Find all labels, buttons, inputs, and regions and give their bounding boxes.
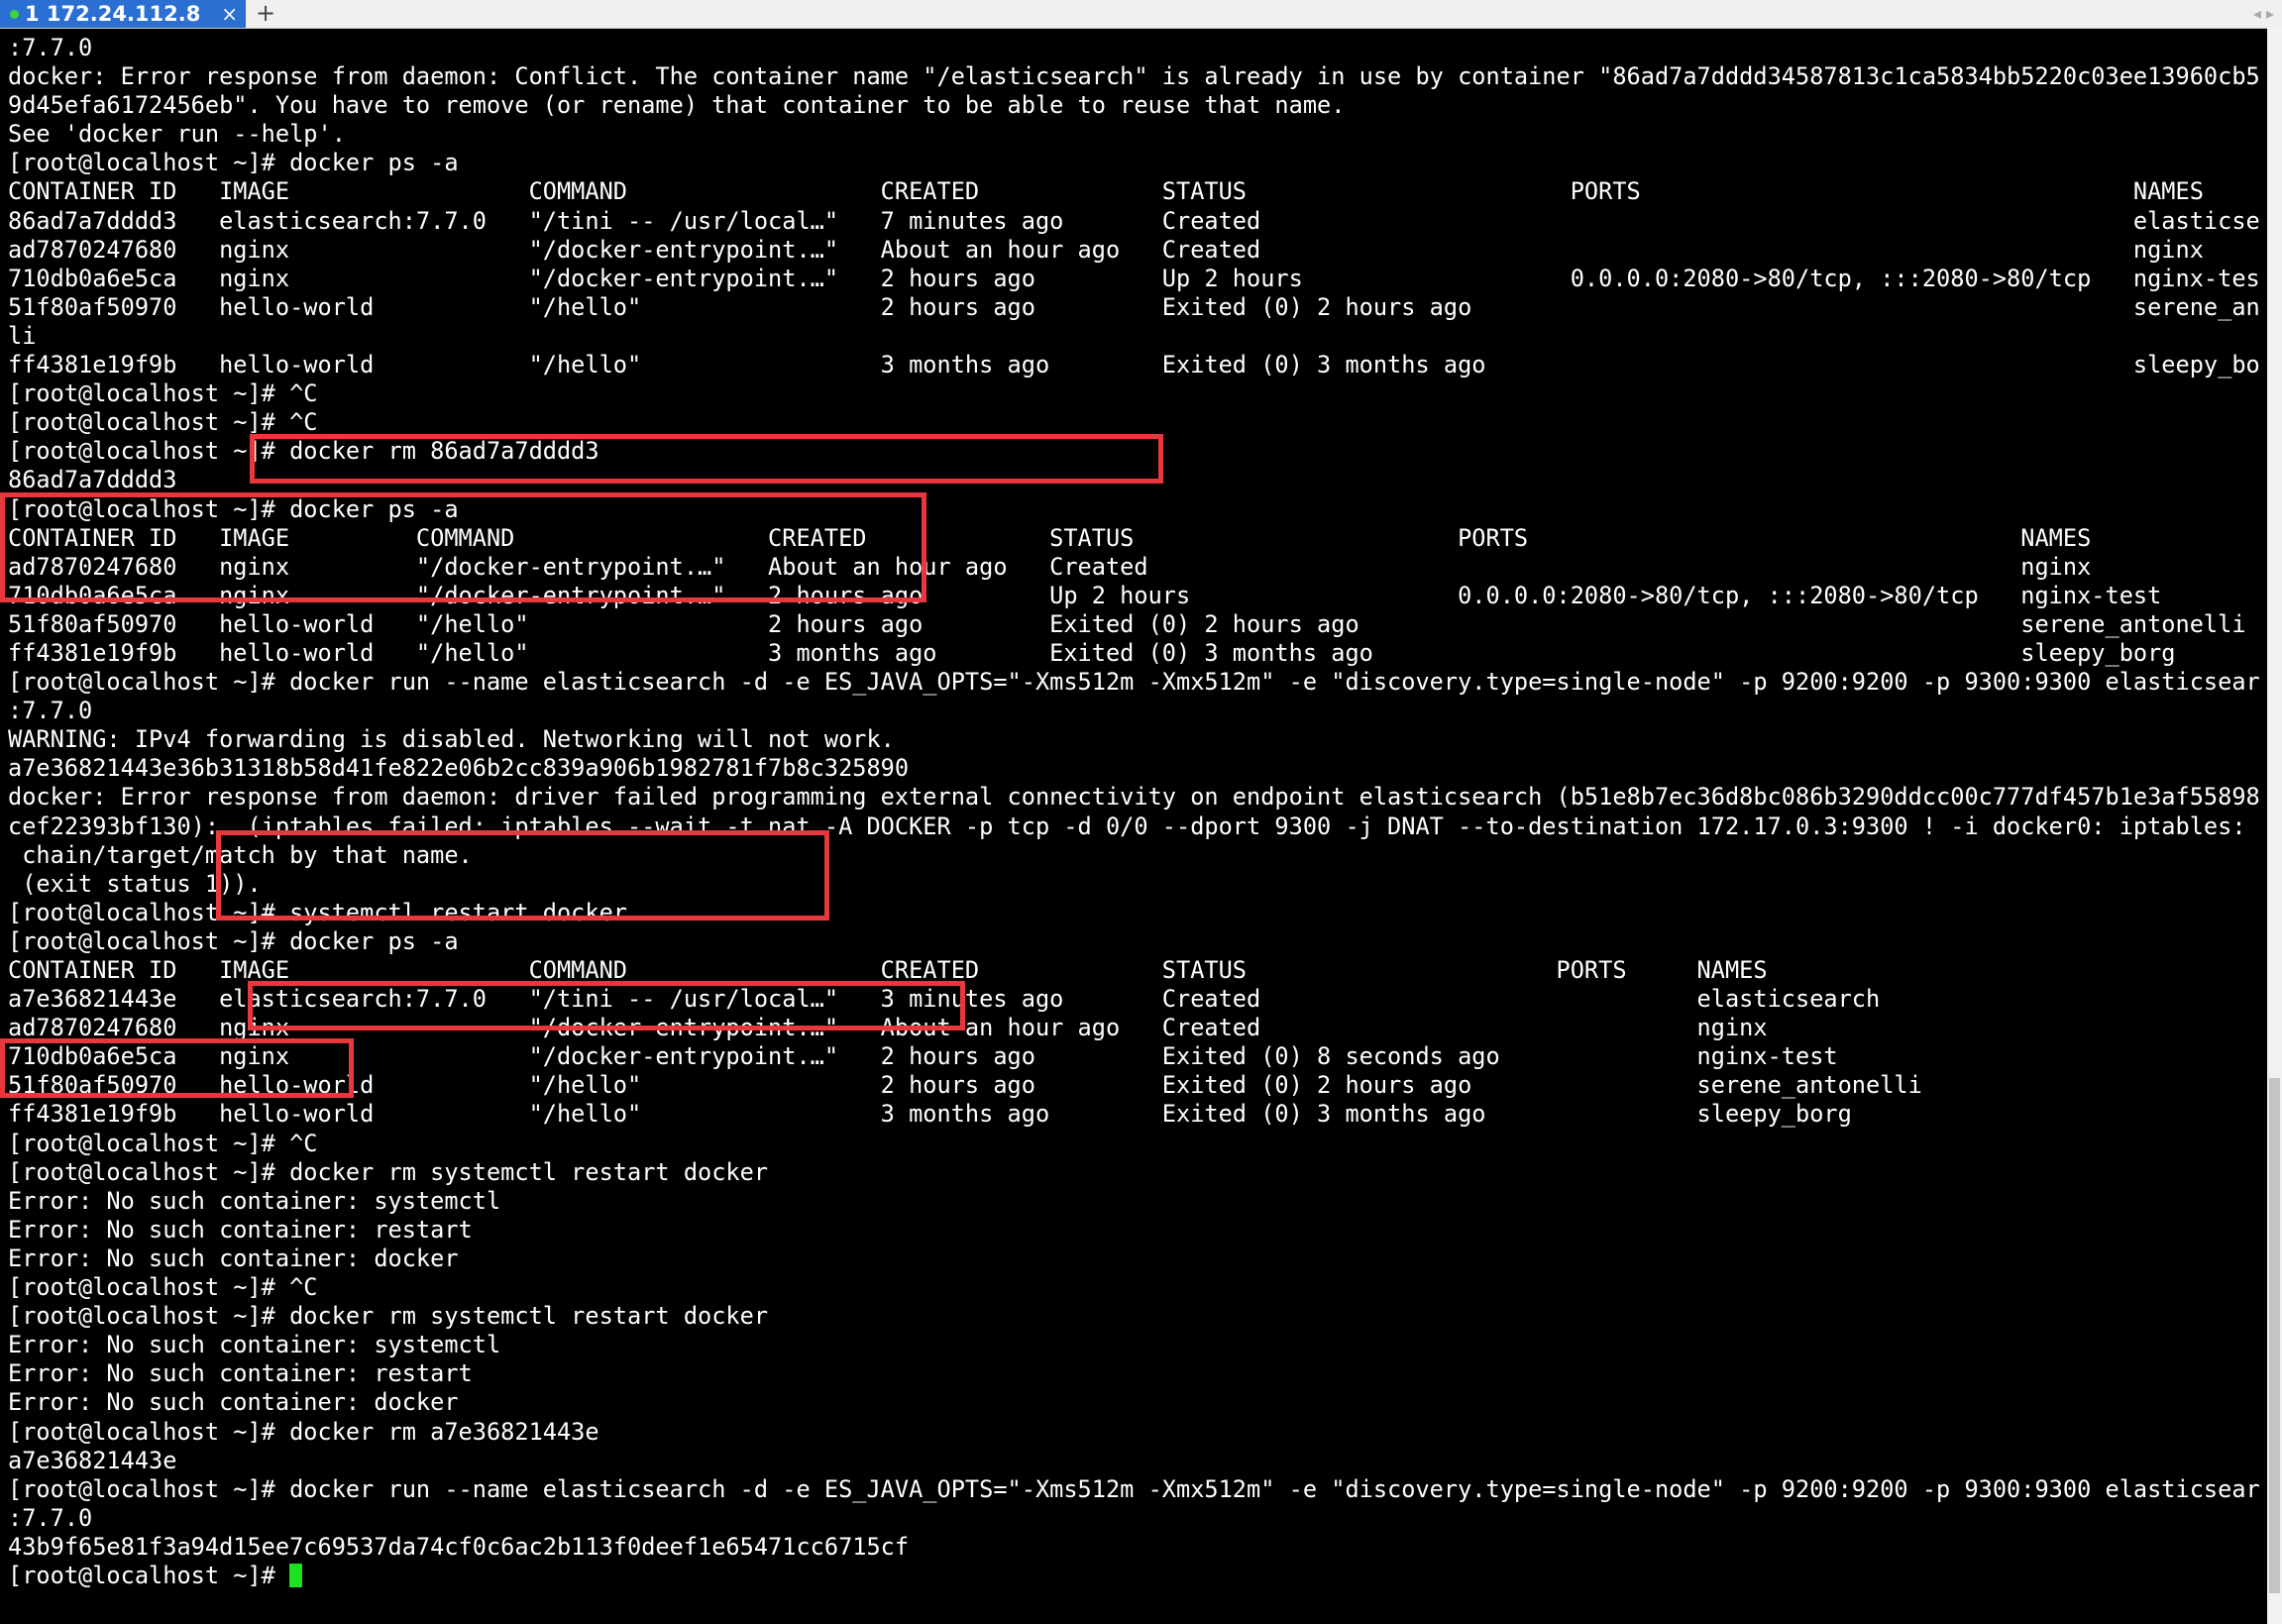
terminal-line: [root@localhost ~]# docker run --name el… <box>8 1474 2259 1503</box>
terminal-line: [root@localhost ~]# docker rm systemctl … <box>8 1157 769 1186</box>
terminal-line: :7.7.0 <box>8 697 93 725</box>
terminal-line: Error: No such container: restart <box>8 1215 473 1244</box>
terminal-line: cef22393bf130): (iptables failed: iptabl… <box>8 812 2259 840</box>
terminal-line: [root@localhost ~]# ^C <box>8 1129 318 1157</box>
terminal-line: [root@localhost ~]# docker rm a7e3682144… <box>8 1417 599 1446</box>
terminal-line: 710db0a6e5ca nginx "/docker-entrypoint.…… <box>8 581 2162 609</box>
new-tab-button[interactable]: + <box>252 0 279 28</box>
terminal-line: 86ad7a7dddd3 elasticsearch:7.7.0 "/tini … <box>8 206 2259 235</box>
terminal-line: [root@localhost ~]# ^C <box>8 379 318 408</box>
terminal-line: 710db0a6e5ca nginx "/docker-entrypoint.…… <box>8 264 2259 292</box>
terminal-line: (exit status 1)). <box>8 869 262 898</box>
terminal-line: ff4381e19f9b hello-world "/hello" 3 mont… <box>8 351 2259 379</box>
connected-status-icon <box>10 10 19 19</box>
terminal-output[interactable]: :7.7.0 docker: Error response from daemon… <box>8 34 2259 1609</box>
terminal-line: chain/target/match by that name. <box>8 840 473 869</box>
terminal-line: WARNING: IPv4 forwarding is disabled. Ne… <box>8 725 895 754</box>
terminal-line: 9d45efa6172456eb". You have to remove (o… <box>8 91 1346 120</box>
terminal-line: [root@localhost ~]# systemctl restart do… <box>8 898 628 926</box>
terminal-line: [root@localhost ~]# docker rm systemctl … <box>8 1302 769 1331</box>
terminal-line: [root@localhost ~]# docker ps -a <box>8 149 459 177</box>
terminal-line: [root@localhost ~]# docker ps -a <box>8 926 459 955</box>
terminal-line: Error: No such container: restart <box>8 1359 473 1388</box>
terminal-line: [root@localhost ~]# ^C <box>8 1273 318 1302</box>
terminal-line: Error: No such container: systemctl <box>8 1331 501 1359</box>
terminal-line: ff4381e19f9b hello-world "/hello" 3 mont… <box>8 1100 1852 1129</box>
scrollbar-thumb[interactable] <box>2269 1078 2280 1593</box>
session-tab-label: 1 172.24.112.8 <box>25 2 201 26</box>
terminal-line: See 'docker run --help'. <box>8 120 346 149</box>
terminal-line: CONTAINER ID IMAGE COMMAND CREATED STATU… <box>8 523 2092 552</box>
terminal-line: ad7870247680 nginx "/docker-entrypoint.…… <box>8 552 2092 581</box>
terminal-line: ff4381e19f9b hello-world "/hello" 3 mont… <box>8 638 2176 667</box>
terminal-line: Error: No such container: docker <box>8 1244 459 1272</box>
terminal-line: ad7870247680 nginx "/docker-entrypoint.…… <box>8 1014 1768 1042</box>
tab-bar: 1 172.24.112.8 × + ◂ ▸ <box>0 0 2282 29</box>
terminal-line: Error: No such container: docker <box>8 1388 459 1417</box>
terminal-line: 43b9f65e81f3a94d15ee7c69537da74cf0c6ac2b… <box>8 1532 910 1561</box>
terminal-line: a7e36821443e36b31318b58d41fe822e06b2cc83… <box>8 754 910 783</box>
text-cursor <box>289 1563 303 1587</box>
close-tab-icon[interactable]: × <box>221 0 238 28</box>
terminal-line: a7e36821443e <box>8 1446 177 1474</box>
terminal-line: 710db0a6e5ca nginx "/docker-entrypoint.…… <box>8 1042 1838 1071</box>
terminal-line: Error: No such container: systemctl <box>8 1186 501 1215</box>
terminal-line: [root@localhost ~]# docker rm 86ad7a7ddd… <box>8 437 599 466</box>
terminal-line: 51f80af50970 hello-world "/hello" 2 hour… <box>8 292 2259 321</box>
terminal-line: CONTAINER ID IMAGE COMMAND CREATED STATU… <box>8 177 2204 206</box>
terminal-line: li <box>8 321 37 350</box>
terminal-line: a7e36821443e elasticsearch:7.7.0 "/tini … <box>8 985 1881 1014</box>
vertical-scrollbar[interactable] <box>2267 28 2282 1624</box>
tab-scroll-arrows-icon[interactable]: ◂ ▸ <box>2253 0 2274 28</box>
terminal-line: [root@localhost ~]# docker ps -a <box>8 494 459 523</box>
shell-prompt: [root@localhost ~]# <box>8 1561 290 1589</box>
terminal-line: [root@localhost ~]# docker run --name el… <box>8 668 2259 697</box>
terminal-line: 86ad7a7dddd3 <box>8 466 177 494</box>
terminal-prompt-line[interactable]: [root@localhost ~]# <box>8 1562 2259 1590</box>
terminal-line: 51f80af50970 hello-world "/hello" 2 hour… <box>8 1071 1922 1100</box>
terminal-line: CONTAINER ID IMAGE COMMAND CREATED STATU… <box>8 956 1768 984</box>
terminal-line: :7.7.0 <box>8 1503 93 1532</box>
terminal-line: docker: Error response from daemon: Conf… <box>8 62 2259 91</box>
terminal-line: :7.7.0 <box>8 34 93 61</box>
terminal-line: ad7870247680 nginx "/docker-entrypoint.…… <box>8 235 2204 264</box>
session-tab[interactable]: 1 172.24.112.8 × <box>0 0 246 28</box>
terminal-line: docker: Error response from daemon: driv… <box>8 783 2259 812</box>
terminal-line: [root@localhost ~]# ^C <box>8 408 318 437</box>
terminal-line: 51f80af50970 hello-world "/hello" 2 hour… <box>8 609 2246 638</box>
